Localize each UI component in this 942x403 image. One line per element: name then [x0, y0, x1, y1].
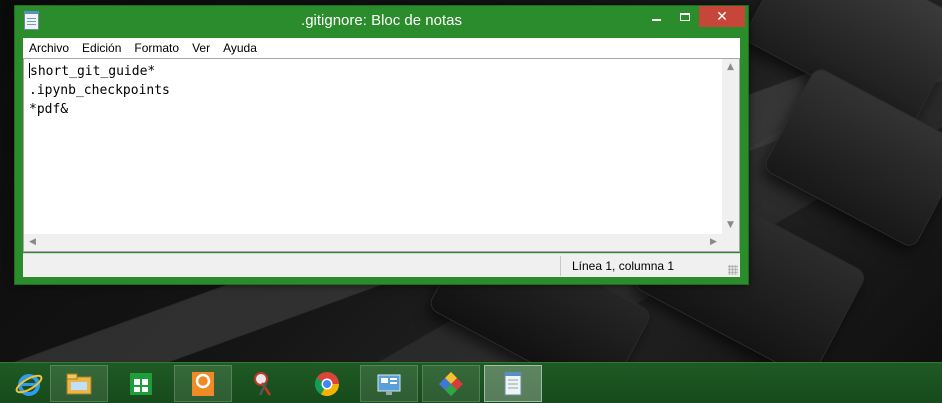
snipping-tool-icon: [254, 371, 272, 396]
scroll-left-icon[interactable]: ◀: [24, 234, 41, 251]
chrome-icon: [314, 371, 339, 396]
text-line: *pdf&: [29, 102, 69, 117]
menu-edicion[interactable]: Edición: [76, 38, 127, 58]
taskbar-file-explorer[interactable]: [50, 365, 108, 402]
taskbar-app[interactable]: [422, 365, 480, 402]
taskbar-chrome[interactable]: [298, 365, 356, 402]
menu-ver[interactable]: Ver: [186, 38, 216, 58]
taskbar-foxit-pdf[interactable]: [174, 365, 232, 402]
taskbar-windows-store[interactable]: [112, 365, 170, 402]
text-area[interactable]: short_git_guide* .ipynb_checkpoints *pdf…: [29, 62, 722, 234]
window-title: .gitignore: Bloc de notas: [301, 12, 462, 29]
status-bar: Línea 1, columna 1: [23, 253, 740, 277]
vertical-scrollbar[interactable]: ▲ ▼: [722, 59, 739, 234]
text-editor[interactable]: short_git_guide* .ipynb_checkpoints *pdf…: [23, 58, 740, 252]
notepad-icon: [504, 371, 522, 395]
close-button[interactable]: ✕: [699, 6, 745, 27]
close-icon: ✕: [716, 8, 728, 25]
file-explorer-icon: [66, 373, 92, 394]
taskbar-notepad[interactable]: [484, 365, 542, 402]
windows-store-icon: [130, 372, 152, 395]
minimize-button[interactable]: [643, 6, 670, 27]
notepad-window: .gitignore: Bloc de notas ✕ Archivo Edic…: [14, 5, 749, 285]
app-icon: [439, 371, 463, 396]
menu-bar: Archivo Edición Formato Ver Ayuda: [23, 38, 740, 58]
cursor-position: Línea 1, columna 1: [572, 259, 675, 273]
internet-explorer-icon: [15, 373, 43, 396]
foxit-pdf-icon: [192, 371, 214, 396]
scrollbar-corner: [722, 234, 739, 251]
control-panel-icon: [377, 374, 401, 395]
status-divider: [560, 256, 561, 276]
maximize-icon: [679, 12, 690, 21]
title-bar[interactable]: .gitignore: Bloc de notas ✕: [15, 6, 748, 36]
menu-formato[interactable]: Formato: [128, 38, 185, 58]
resize-grip-icon[interactable]: [728, 265, 738, 275]
taskbar-control-panel[interactable]: [360, 365, 418, 402]
menu-ayuda[interactable]: Ayuda: [217, 38, 263, 58]
text-line: .ipynb_checkpoints: [29, 83, 170, 98]
scroll-down-icon[interactable]: ▼: [722, 217, 739, 234]
minimize-icon: [652, 18, 661, 21]
scroll-up-icon[interactable]: ▲: [722, 59, 739, 76]
maximize-button[interactable]: [671, 6, 698, 27]
text-line: short_git_guide*: [30, 64, 156, 79]
taskbar-snipping-tool[interactable]: [236, 365, 294, 402]
horizontal-scrollbar[interactable]: ◀ ▶: [24, 234, 722, 251]
scroll-right-icon[interactable]: ▶: [705, 234, 722, 251]
menu-archivo[interactable]: Archivo: [23, 38, 75, 58]
taskbar: [0, 362, 942, 403]
